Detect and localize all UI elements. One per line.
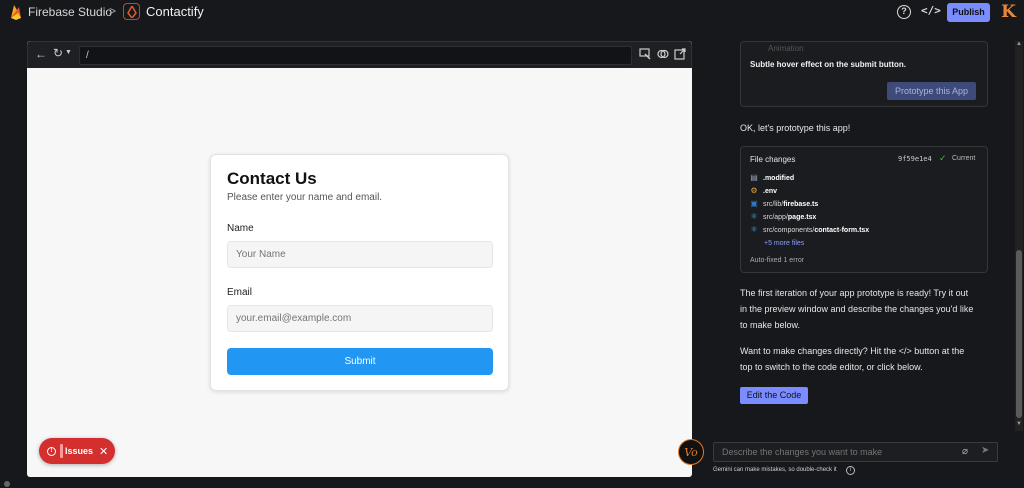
file-change-row[interactable]: ⚛ src/components/contact-form.tsx bbox=[750, 226, 869, 234]
chat-message-code-line-1: Want to make changes directly? Hit the <… bbox=[740, 346, 965, 356]
auto-fixed-note: Auto-fixed 1 error bbox=[750, 257, 805, 264]
project-breadcrumb[interactable]: Contactify bbox=[123, 3, 204, 20]
commit-hash[interactable]: 9f59e1e4 bbox=[898, 155, 932, 163]
brand-name: Firebase Studio bbox=[28, 5, 113, 19]
submit-button[interactable]: Submit bbox=[227, 348, 493, 375]
chevron-down-icon[interactable]: ▼ bbox=[65, 49, 72, 56]
url-input[interactable]: / bbox=[79, 46, 632, 65]
prompt-input[interactable] bbox=[713, 442, 998, 462]
disclaimer-text: Gemini can make mistakes, so double-chec… bbox=[713, 467, 837, 473]
plan-item-text: Subtle hover effect on the submit button… bbox=[750, 60, 906, 69]
prototype-app-button[interactable]: Prototype this App bbox=[887, 82, 976, 100]
contact-form-card: Contact Us Please enter your name and em… bbox=[210, 154, 509, 391]
form-subtitle: Please enter your name and email. bbox=[227, 192, 383, 203]
gemini-avatar-icon: Vo bbox=[678, 439, 704, 465]
project-name: Contactify bbox=[146, 4, 204, 19]
issues-pill[interactable]: ! Issues ✕ bbox=[39, 438, 115, 464]
chat-message-code-line-2: top to switch to the code editor, or cli… bbox=[740, 362, 923, 372]
select-element-icon[interactable] bbox=[639, 48, 651, 60]
edit-code-button[interactable]: Edit the Code bbox=[740, 387, 808, 404]
attach-icon[interactable]: ⌀ bbox=[962, 446, 968, 457]
chat-message-prototype: OK, let's prototype this app! bbox=[740, 123, 851, 133]
file-path-prefix: src/app/ bbox=[763, 213, 788, 221]
file-changes-card bbox=[740, 146, 988, 273]
reload-icon[interactable]: ↻ bbox=[53, 46, 63, 60]
commit-status: Current bbox=[952, 155, 976, 162]
code-editor-icon[interactable]: </> bbox=[921, 4, 941, 17]
chat-message-ready-line-2: in the preview window and describe the c… bbox=[740, 304, 974, 314]
brand[interactable]: Firebase Studio bbox=[9, 4, 112, 20]
file-change-row[interactable]: ⚛ src/app/page.tsx bbox=[750, 213, 816, 221]
name-label: Name bbox=[227, 223, 254, 234]
check-icon: ✓ bbox=[939, 153, 947, 163]
settings-file-icon: ⚙ bbox=[750, 186, 758, 195]
form-title: Contact Us bbox=[227, 169, 317, 188]
file-icon: ▤ bbox=[750, 173, 758, 182]
more-files-link[interactable]: +5 more files bbox=[764, 240, 804, 247]
back-arrow-icon[interactable]: ← bbox=[35, 47, 47, 61]
error-icon: ! bbox=[47, 446, 56, 456]
issues-count-badge bbox=[60, 444, 63, 458]
status-indicator bbox=[4, 481, 10, 487]
file-path-prefix: src/lib/ bbox=[763, 200, 784, 208]
breadcrumb-separator-icon: > bbox=[109, 4, 117, 18]
close-icon[interactable]: ✕ bbox=[99, 445, 108, 458]
react-icon: ⚛ bbox=[750, 212, 758, 221]
file-name: .env bbox=[763, 187, 778, 195]
chat-scrollbar-thumb[interactable] bbox=[1016, 250, 1022, 418]
file-changes-title: File changes bbox=[750, 155, 796, 164]
info-icon[interactable]: i bbox=[846, 466, 855, 475]
send-icon[interactable]: ➤ bbox=[981, 445, 989, 456]
publish-button[interactable]: Publish bbox=[947, 3, 990, 22]
firebase-logo-icon bbox=[11, 5, 21, 20]
scroll-up-icon[interactable]: ▲ bbox=[1016, 41, 1022, 47]
project-logo-icon bbox=[123, 3, 140, 20]
issues-label: Issues bbox=[65, 446, 94, 456]
react-icon: ⚛ bbox=[750, 225, 758, 234]
email-input[interactable] bbox=[227, 305, 493, 332]
top-bar: Firebase Studio > Contactify ? </> Publi… bbox=[0, 0, 1024, 24]
file-name: page.tsx bbox=[787, 213, 817, 221]
email-label: Email bbox=[227, 287, 253, 298]
file-name: contact-form.tsx bbox=[814, 226, 870, 234]
user-avatar[interactable]: K bbox=[1000, 3, 1017, 22]
name-input[interactable] bbox=[227, 241, 493, 268]
chat-message-ready-line-1: The first iteration of your app prototyp… bbox=[740, 288, 969, 298]
plan-item-faded: Animation bbox=[768, 44, 804, 53]
open-external-icon[interactable] bbox=[674, 48, 686, 60]
file-change-row[interactable]: ▤ .modified bbox=[750, 174, 794, 182]
devices-icon[interactable] bbox=[657, 48, 669, 60]
scroll-down-icon[interactable]: ▼ bbox=[1016, 421, 1022, 427]
file-change-row[interactable]: ⚙ .env bbox=[750, 187, 777, 195]
help-icon[interactable]: ? bbox=[897, 5, 911, 19]
chat-message-ready-line-3: to make below. bbox=[740, 320, 801, 330]
file-name: firebase.ts bbox=[783, 200, 819, 208]
file-name: .modified bbox=[763, 174, 795, 182]
typescript-icon: ▣ bbox=[750, 199, 758, 208]
file-change-row[interactable]: ▣ src/lib/firebase.ts bbox=[750, 200, 818, 208]
preview-window: ← ↻ ▼ / Contact Us Please enter your nam… bbox=[27, 41, 692, 477]
preview-toolbar: ← ↻ ▼ / bbox=[27, 41, 692, 68]
file-path-prefix: src/components/ bbox=[763, 226, 815, 234]
